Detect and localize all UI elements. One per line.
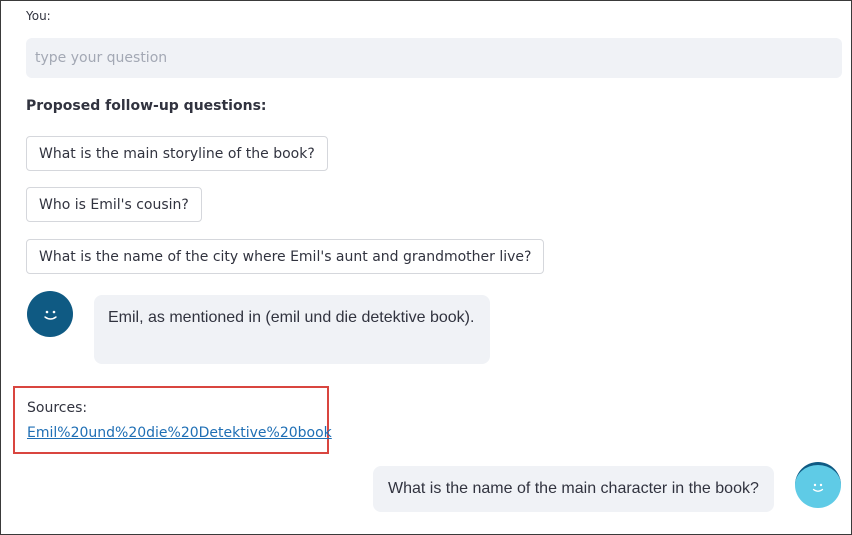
user-avatar xyxy=(795,462,841,508)
followup-title: Proposed follow-up questions: xyxy=(26,98,267,114)
followup-button-cousin[interactable]: Who is Emil's cousin? xyxy=(26,187,202,222)
smiley-face-icon xyxy=(812,483,824,492)
question-input[interactable] xyxy=(26,38,842,78)
followup-button-city[interactable]: What is the name of the city where Emil'… xyxy=(26,239,545,274)
bot-message-bubble: Emil, as mentioned in (emil und die dete… xyxy=(94,295,490,364)
source-link[interactable]: Emil%20und%20die%20Detektive%20book xyxy=(27,425,332,441)
user-message-bubble: What is the name of the main character i… xyxy=(373,466,774,512)
sources-label: Sources: xyxy=(27,400,88,416)
input-label: You: xyxy=(26,9,51,23)
bot-avatar xyxy=(27,291,73,337)
sources-highlight-box: Sources: Emil%20und%20die%20Detektive%20… xyxy=(13,386,332,454)
smiley-face-icon xyxy=(44,310,57,320)
followup-button-storyline[interactable]: What is the main storyline of the book? xyxy=(26,136,328,171)
